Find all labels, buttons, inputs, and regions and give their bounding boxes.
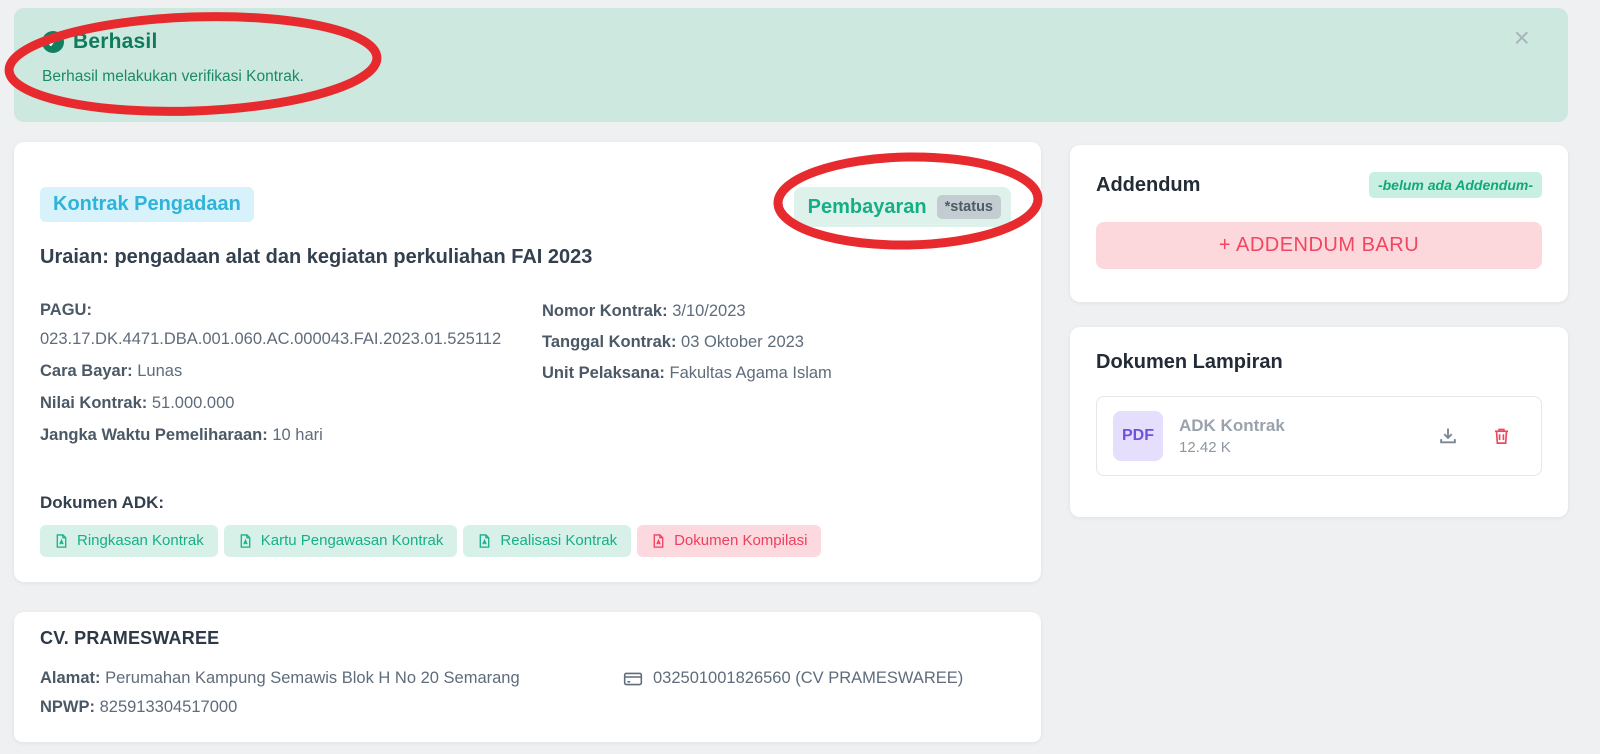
file-pdf-icon: [653, 534, 664, 548]
adk-button-kartu-pengawasan[interactable]: Kartu Pengawasan Kontrak: [223, 525, 458, 557]
vendor-npwp: NPWP: 825913304517000: [40, 698, 238, 716]
attachments-card: Dokumen Lampiran PDF ADK Kontrak 12.42 K: [1070, 327, 1568, 517]
vendor-name: CV. PRAMESWAREE: [40, 628, 220, 648]
adk-heading: Dokumen ADK:: [40, 493, 165, 512]
vendor-bank-account: 032501001826560 (CV PRAMESWAREE): [623, 669, 963, 688]
status-badge: Pembayaran *status: [793, 187, 1011, 227]
contract-details-right: Nomor Kontrak: 3/10/2023 Tanggal Kontrak…: [542, 296, 1015, 453]
field-nilai-kontrak: Nilai Kontrak: 51.000.000: [40, 394, 235, 412]
contract-type-badge: Kontrak Pengadaan: [40, 187, 254, 222]
attachment-size: 12.42 K: [1179, 439, 1231, 456]
adk-button-ringkasan-kontrak[interactable]: Ringkasan Kontrak: [40, 525, 218, 557]
adk-button-realisasi-kontrak[interactable]: Realisasi Kontrak: [463, 525, 632, 557]
trash-icon[interactable]: [1492, 426, 1511, 446]
new-addendum-button[interactable]: + ADDENDUM BARU: [1096, 222, 1542, 269]
close-icon[interactable]: ×: [1514, 24, 1530, 52]
field-pagu: PAGU: 023.17.DK.4471.DBA.001.060.AC.0000…: [40, 301, 502, 348]
attachments-heading: Dokumen Lampiran: [1096, 351, 1283, 373]
alert-message: Berhasil melakukan verifikasi Kontrak.: [42, 68, 304, 85]
field-unit-pelaksana: Unit Pelaksana: Fakultas Agama Islam: [542, 364, 832, 382]
download-icon[interactable]: [1438, 426, 1458, 446]
attachment-name: ADK Kontrak: [1179, 416, 1285, 435]
vendor-card: CV. PRAMESWAREE Alamat: Perumahan Kampun…: [14, 612, 1041, 742]
addendum-card: Addendum -belum ada Addendum- + ADDENDUM…: [1070, 145, 1568, 302]
file-pdf-icon: [240, 534, 251, 548]
attachment-list-item: PDF ADK Kontrak 12.42 K: [1096, 396, 1542, 476]
status-note-chip: *status: [936, 195, 1001, 219]
addendum-heading: Addendum: [1096, 173, 1201, 196]
addendum-empty-badge: -belum ada Addendum-: [1368, 172, 1542, 198]
field-jangka-waktu: Jangka Waktu Pemeliharaan: 10 hari: [40, 426, 323, 444]
check-circle-icon: ✓: [42, 31, 64, 53]
field-cara-bayar: Cara Bayar: Lunas: [40, 362, 183, 380]
field-nomor-kontrak: Nomor Kontrak: 3/10/2023: [542, 302, 746, 320]
contract-details-left: PAGU: 023.17.DK.4471.DBA.001.060.AC.0000…: [40, 296, 542, 453]
success-alert: ✓ Berhasil Berhasil melakukan verifikasi…: [14, 8, 1568, 122]
adk-button-dokumen-kompilasi[interactable]: Dokumen Kompilasi: [637, 525, 822, 557]
field-tanggal-kontrak: Tanggal Kontrak: 03 Oktober 2023: [542, 333, 804, 351]
alert-title: Berhasil: [73, 30, 158, 53]
pdf-file-chip: PDF: [1113, 411, 1163, 461]
file-pdf-icon: [56, 534, 67, 548]
file-pdf-icon: [480, 534, 490, 548]
status-label: Pembayaran: [807, 195, 927, 218]
contract-card: Kontrak Pengadaan Pembayaran *status Ura…: [14, 142, 1041, 582]
credit-card-icon: [623, 672, 643, 685]
contract-title: Uraian: pengadaan alat dan kegiatan perk…: [40, 246, 593, 268]
